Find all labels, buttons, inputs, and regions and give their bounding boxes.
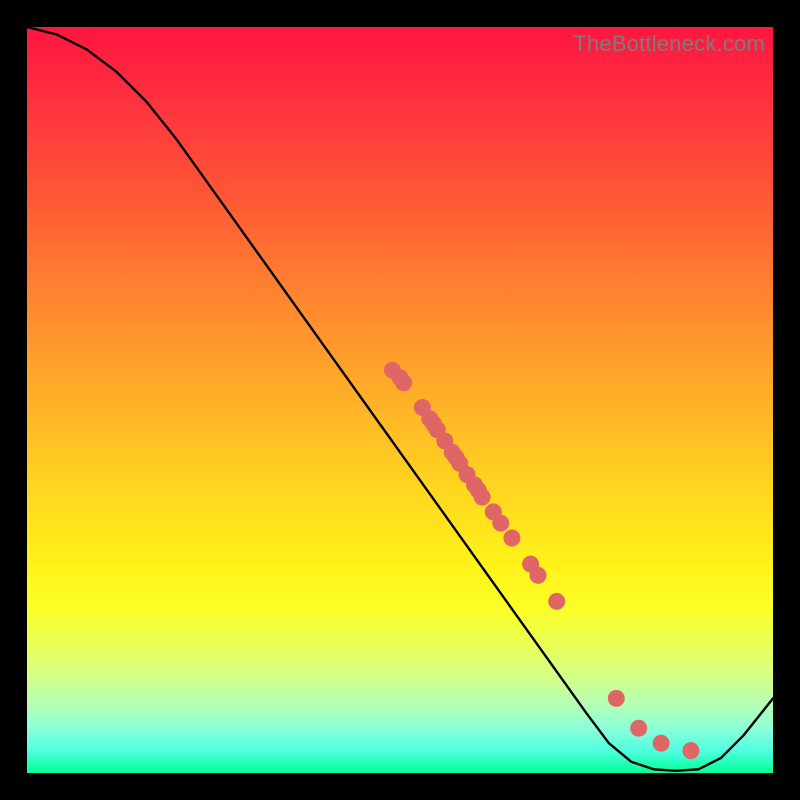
data-point bbox=[503, 530, 520, 547]
data-point bbox=[548, 593, 565, 610]
plot-area: TheBottleneck.com bbox=[27, 27, 773, 773]
data-point bbox=[608, 690, 625, 707]
data-point bbox=[630, 720, 647, 737]
watermark-text: TheBottleneck.com bbox=[573, 31, 765, 57]
data-point bbox=[682, 742, 699, 759]
bottleneck-curve bbox=[27, 27, 773, 771]
data-point bbox=[395, 374, 412, 391]
data-point bbox=[653, 735, 670, 752]
data-point bbox=[474, 489, 491, 506]
chart-svg bbox=[27, 27, 773, 773]
data-point bbox=[530, 567, 547, 584]
data-point bbox=[492, 515, 509, 532]
chart-container: TheBottleneck.com bbox=[0, 0, 800, 800]
